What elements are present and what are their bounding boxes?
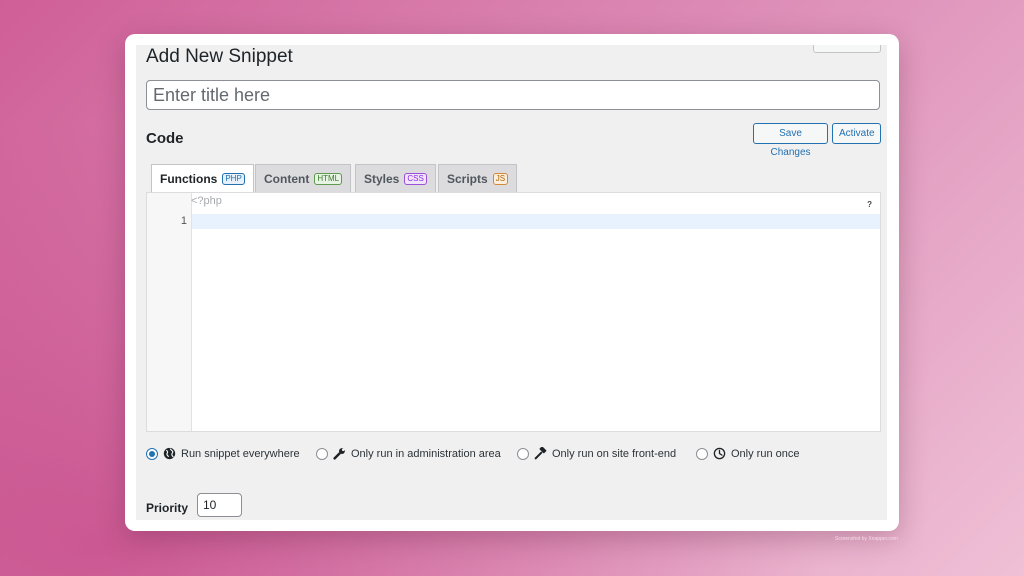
- php-badge: PHP: [222, 173, 245, 185]
- tab-scripts[interactable]: Scripts JS: [438, 164, 518, 192]
- globe-icon: [163, 447, 176, 460]
- tab-styles[interactable]: Styles CSS: [355, 164, 436, 192]
- line-gutter: 1: [147, 193, 192, 431]
- tab-functions[interactable]: Functions PHP: [151, 164, 254, 193]
- scope-label: Run snippet everywhere: [181, 447, 300, 460]
- activate-button[interactable]: Activate: [832, 123, 881, 144]
- scope-label: Only run in administration area: [351, 447, 501, 460]
- tab-label: Scripts: [447, 171, 488, 186]
- tab-content[interactable]: Content HTML: [255, 164, 352, 192]
- tab-label: Content: [264, 171, 310, 186]
- scope-radio-frontend[interactable]: [517, 447, 529, 460]
- priority-label: Priority: [146, 501, 189, 515]
- code-heading: Code: [146, 130, 184, 147]
- snippet-editor-panel: · · · Add New Snippet Code Save Changes …: [136, 45, 887, 520]
- snippet-title-input[interactable]: [146, 80, 880, 110]
- hammer-icon: [534, 447, 547, 460]
- scope-option-admin[interactable]: Only run in administration area: [316, 447, 501, 460]
- tab-label: Styles: [364, 171, 400, 186]
- active-line-highlight: [192, 214, 880, 229]
- scope-radio-once[interactable]: [696, 447, 708, 460]
- scope-radio-admin[interactable]: [316, 447, 328, 460]
- wrench-icon: [333, 448, 345, 460]
- priority-input[interactable]: [197, 493, 242, 517]
- scope-radio-everywhere[interactable]: [146, 447, 158, 460]
- css-badge: CSS: [404, 172, 427, 185]
- scope-label: Only run once: [731, 447, 800, 460]
- js-badge: JS: [492, 172, 509, 185]
- scope-option-frontend[interactable]: Only run on site front-end: [517, 447, 676, 460]
- screen-options-button[interactable]: · · ·: [813, 45, 881, 53]
- tab-label: Functions: [160, 172, 218, 186]
- page-title: Add New Snippet: [146, 46, 293, 67]
- html-badge: HTML: [314, 172, 343, 185]
- php-open-tag: <?php: [191, 195, 222, 207]
- line-number: 1: [180, 215, 187, 227]
- scope-label: Only run on site front-end: [552, 447, 677, 460]
- clock-icon: [713, 447, 726, 460]
- window-card: · · · Add New Snippet Code Save Changes …: [125, 34, 899, 531]
- save-changes-button[interactable]: Save Changes: [753, 123, 828, 158]
- editor-help-button[interactable]: ?: [867, 200, 872, 209]
- code-editor[interactable]: 1 <?php ?: [146, 192, 881, 432]
- screenshot-watermark: Screenshot by Xnapper.com: [835, 536, 898, 542]
- scope-option-everywhere[interactable]: Run snippet everywhere: [146, 447, 300, 460]
- scope-option-once[interactable]: Only run once: [696, 447, 799, 460]
